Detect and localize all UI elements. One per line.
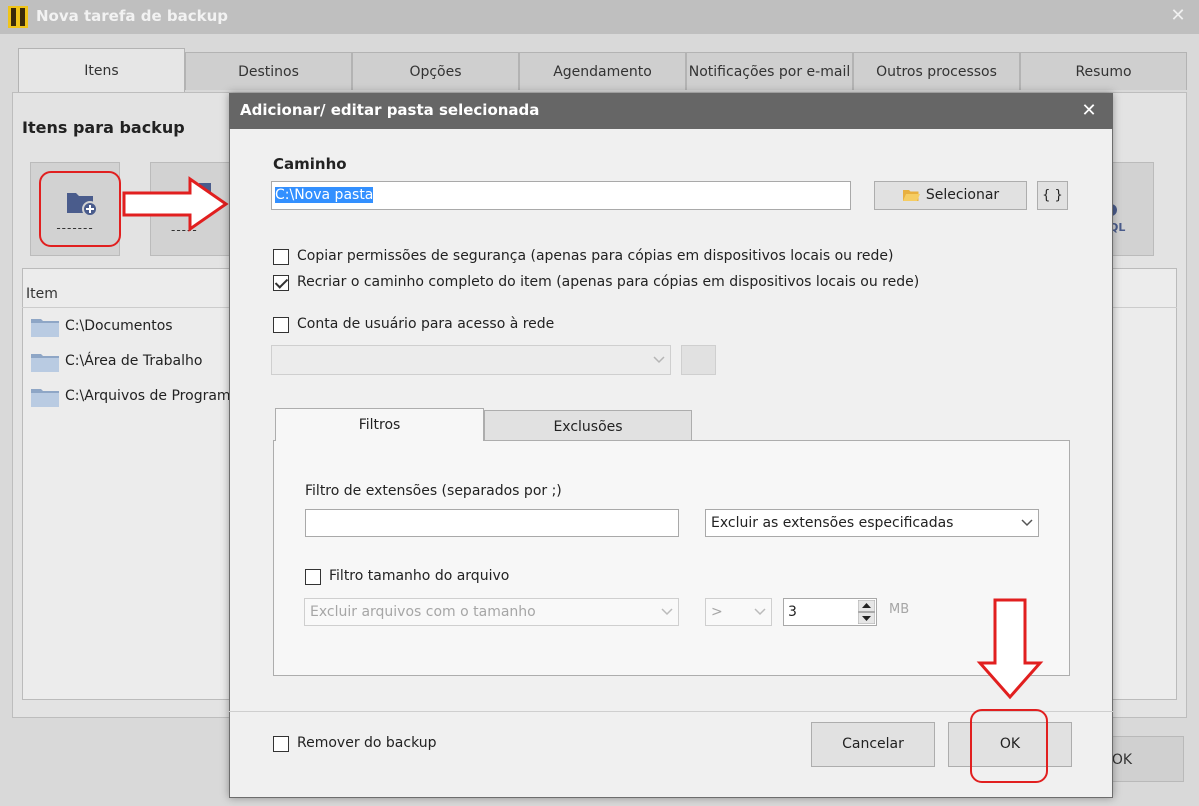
recreate-path-label: Recriar o caminho completo do item (apen… — [297, 274, 920, 290]
user-account-browse-button[interactable] — [681, 345, 716, 375]
list-item[interactable]: C:\Arquivos de Programas — [30, 383, 246, 413]
size-unit-label: MB — [889, 602, 910, 617]
user-account-label: Conta de usuário para acesso à rede — [297, 316, 555, 332]
folder-icon — [31, 319, 59, 337]
tab-opcoes[interactable]: Opções — [352, 52, 519, 90]
tab-outros-processos[interactable]: Outros processos — [853, 52, 1020, 90]
path-label: Caminho — [273, 155, 347, 173]
tab-destinos[interactable]: Destinos — [185, 52, 352, 90]
chevron-down-icon — [656, 599, 678, 625]
ext-filter-mode-value: Excluir as extensões especificadas — [711, 515, 954, 531]
size-filter-label: Filtro tamanho do arquivo — [329, 568, 510, 584]
list-item-label: C:\Arquivos de Programas — [65, 388, 247, 404]
size-operator-value: > — [711, 604, 723, 620]
column-header-item[interactable]: Item — [26, 286, 58, 302]
active-tab-join — [276, 438, 483, 442]
dialog-close-icon[interactable]: ✕ — [1077, 98, 1101, 124]
ext-filter-input[interactable] — [305, 509, 679, 537]
highlight-box-ok — [970, 709, 1048, 783]
variables-button[interactable]: { } — [1037, 181, 1068, 210]
user-account-select[interactable] — [271, 345, 671, 375]
select-button-label: Selecionar — [925, 187, 1000, 203]
ext-filter-mode-select[interactable]: Excluir as extensões especificadas — [705, 509, 1039, 537]
path-input[interactable]: C:\Nova pasta — [271, 181, 851, 210]
tab-itens[interactable]: Itens — [18, 48, 185, 94]
chevron-down-icon — [1016, 510, 1038, 536]
list-item-label: C:\Documentos — [65, 318, 173, 334]
arrow-right-icon — [122, 176, 229, 232]
arrow-down-icon — [976, 598, 1044, 700]
tab-notificacoes[interactable]: Notificações por e-mail — [686, 52, 853, 90]
folder-icon — [31, 389, 59, 407]
highlight-box-add-folder — [39, 171, 121, 247]
open-folder-icon — [902, 190, 920, 201]
size-mode-select[interactable]: Excluir arquivos com o tamanho — [304, 598, 679, 626]
size-stepper[interactable] — [857, 599, 876, 625]
filter-panel — [273, 440, 1070, 676]
list-item[interactable]: C:\Área de Trabalho — [30, 348, 230, 378]
folder-icon — [31, 354, 59, 372]
copy-permissions-label: Copiar permissões de segurança (apenas p… — [297, 248, 894, 264]
dialog-title: Adicionar/ editar pasta selecionada — [240, 101, 540, 119]
chevron-down-icon — [749, 599, 771, 625]
cancel-button[interactable]: Cancelar — [811, 722, 935, 767]
size-mode-value: Excluir arquivos com o tamanho — [310, 604, 536, 620]
recreate-path-checkbox[interactable] — [273, 275, 289, 291]
list-item[interactable]: C:\Documentos — [30, 313, 230, 343]
path-value: C:\Nova pasta — [275, 187, 374, 203]
section-heading: Itens para backup — [22, 118, 185, 137]
main-close-icon[interactable]: ✕ — [1166, 3, 1190, 29]
tab-exclusoes[interactable]: Exclusões — [484, 410, 692, 442]
tab-resumo[interactable]: Resumo — [1020, 52, 1187, 90]
size-filter-checkbox[interactable] — [305, 569, 321, 585]
remove-from-backup-checkbox[interactable] — [273, 736, 289, 752]
ext-filter-label: Filtro de extensões (separados por ;) — [305, 483, 562, 499]
app-logo-icon — [8, 6, 28, 28]
list-item-label: C:\Área de Trabalho — [65, 353, 203, 369]
size-operator-select[interactable]: > — [705, 598, 772, 626]
main-window-title: Nova tarefa de backup — [36, 7, 228, 25]
tab-agendamento[interactable]: Agendamento — [519, 52, 686, 90]
select-folder-button[interactable]: Selecionar — [874, 181, 1027, 210]
copy-permissions-checkbox[interactable] — [273, 249, 289, 265]
remove-from-backup-label: Remover do backup — [297, 735, 437, 751]
chevron-down-icon[interactable] — [646, 345, 671, 375]
user-account-checkbox[interactable] — [273, 317, 289, 333]
